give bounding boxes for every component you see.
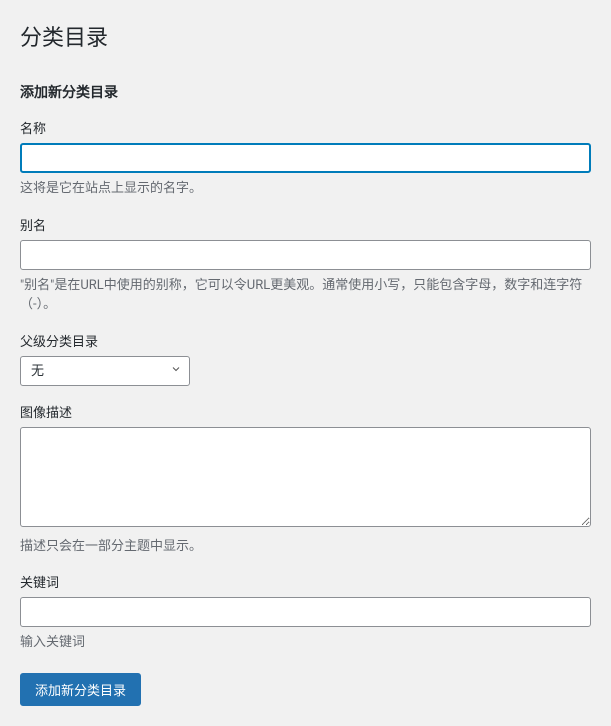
name-field-group: 名称 这将是它在站点上显示的名字。 — [20, 118, 591, 199]
keywords-field-group: 关键词 输入关键词 — [20, 572, 591, 653]
name-help-text: 这将是它在站点上显示的名字。 — [20, 179, 591, 199]
name-label: 名称 — [20, 118, 591, 137]
description-label: 图像描述 — [20, 402, 591, 421]
slug-input[interactable] — [20, 240, 591, 270]
keywords-help-text: 输入关键词 — [20, 633, 591, 653]
slug-help-text: "别名"是在URL中使用的别称，它可以令URL更美观。通常使用小写，只能包含字母… — [20, 276, 591, 315]
page-title: 分类目录 — [20, 20, 591, 52]
keywords-label: 关键词 — [20, 572, 591, 591]
description-textarea[interactable] — [20, 427, 591, 527]
slug-label: 别名 — [20, 215, 591, 234]
description-help-text: 描述只会在一部分主题中显示。 — [20, 537, 591, 557]
slug-field-group: 别名 "别名"是在URL中使用的别称，它可以令URL更美观。通常使用小写，只能包… — [20, 215, 591, 315]
parent-select[interactable]: 无 — [20, 356, 190, 386]
submit-button[interactable]: 添加新分类目录 — [20, 673, 141, 706]
description-field-group: 图像描述 描述只会在一部分主题中显示。 — [20, 402, 591, 557]
parent-label: 父级分类目录 — [20, 331, 591, 350]
parent-field-group: 父级分类目录 无 — [20, 331, 591, 386]
name-input[interactable] — [20, 143, 591, 173]
keywords-input[interactable] — [20, 597, 591, 627]
parent-select-wrapper: 无 — [20, 356, 190, 386]
form-title: 添加新分类目录 — [20, 82, 591, 102]
